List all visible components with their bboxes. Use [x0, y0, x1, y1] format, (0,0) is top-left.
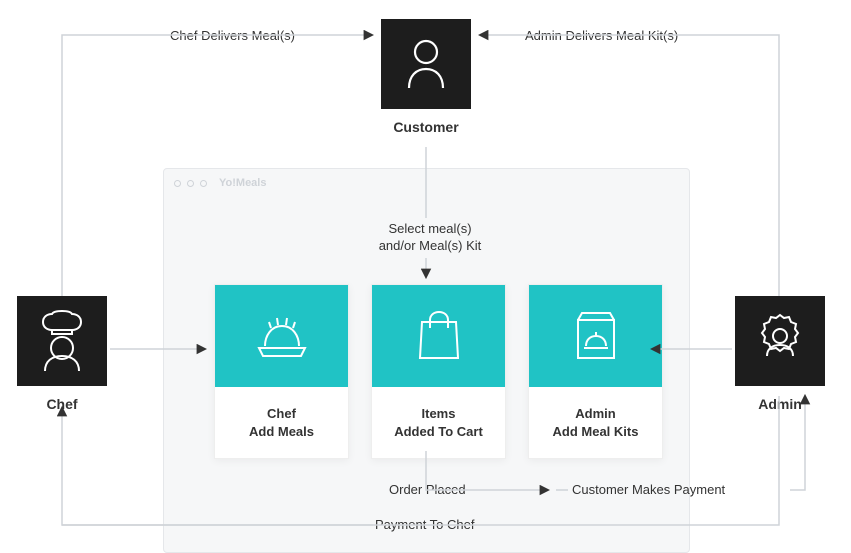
meal-kit-icon [529, 285, 662, 387]
person-icon [405, 38, 447, 90]
card-admin-add-kits: Admin Add Meal Kits [528, 284, 663, 459]
edge-payment-to-chef: Payment To Chef [375, 517, 474, 534]
window-dot [200, 180, 207, 187]
actor-chef: Chef [17, 296, 107, 412]
chef-label: Chef [17, 396, 107, 412]
chef-icon [17, 296, 107, 386]
card-items-cart: Items Added To Cart [371, 284, 506, 459]
card-label: Admin Add Meal Kits [529, 387, 662, 458]
meal-dish-icon [215, 285, 348, 387]
admin-icon [735, 296, 825, 386]
admin-label: Admin [735, 396, 825, 412]
actor-customer: Customer [381, 19, 471, 135]
window-dot [174, 180, 181, 187]
edge-customer-pays: Customer Makes Payment [572, 482, 725, 499]
edge-order-placed: Order Placed [389, 482, 466, 499]
customer-label: Customer [381, 119, 471, 135]
card-chef-add-meals: Chef Add Meals [214, 284, 349, 459]
edge-admin-delivers: Admin Delivers Meal Kit(s) [525, 28, 678, 45]
card-label: Items Added To Cart [372, 387, 505, 458]
gear-person-icon [751, 312, 809, 370]
app-title: Yo!Meals [219, 177, 266, 189]
cards-row: Chef Add Meals Items Added To Cart [214, 284, 663, 459]
shopping-bag-icon [372, 285, 505, 387]
actor-admin: Admin [735, 296, 825, 412]
window-dot [187, 180, 194, 187]
edge-chef-delivers: Chef Delivers Meal(s) [170, 28, 295, 45]
chef-hat-icon [34, 310, 90, 372]
app-titlebar: Yo!Meals [164, 169, 689, 197]
customer-icon [381, 19, 471, 109]
card-label: Chef Add Meals [215, 387, 348, 458]
edge-select-meals: Select meal(s) and/or Meal(s) Kit [375, 221, 485, 255]
